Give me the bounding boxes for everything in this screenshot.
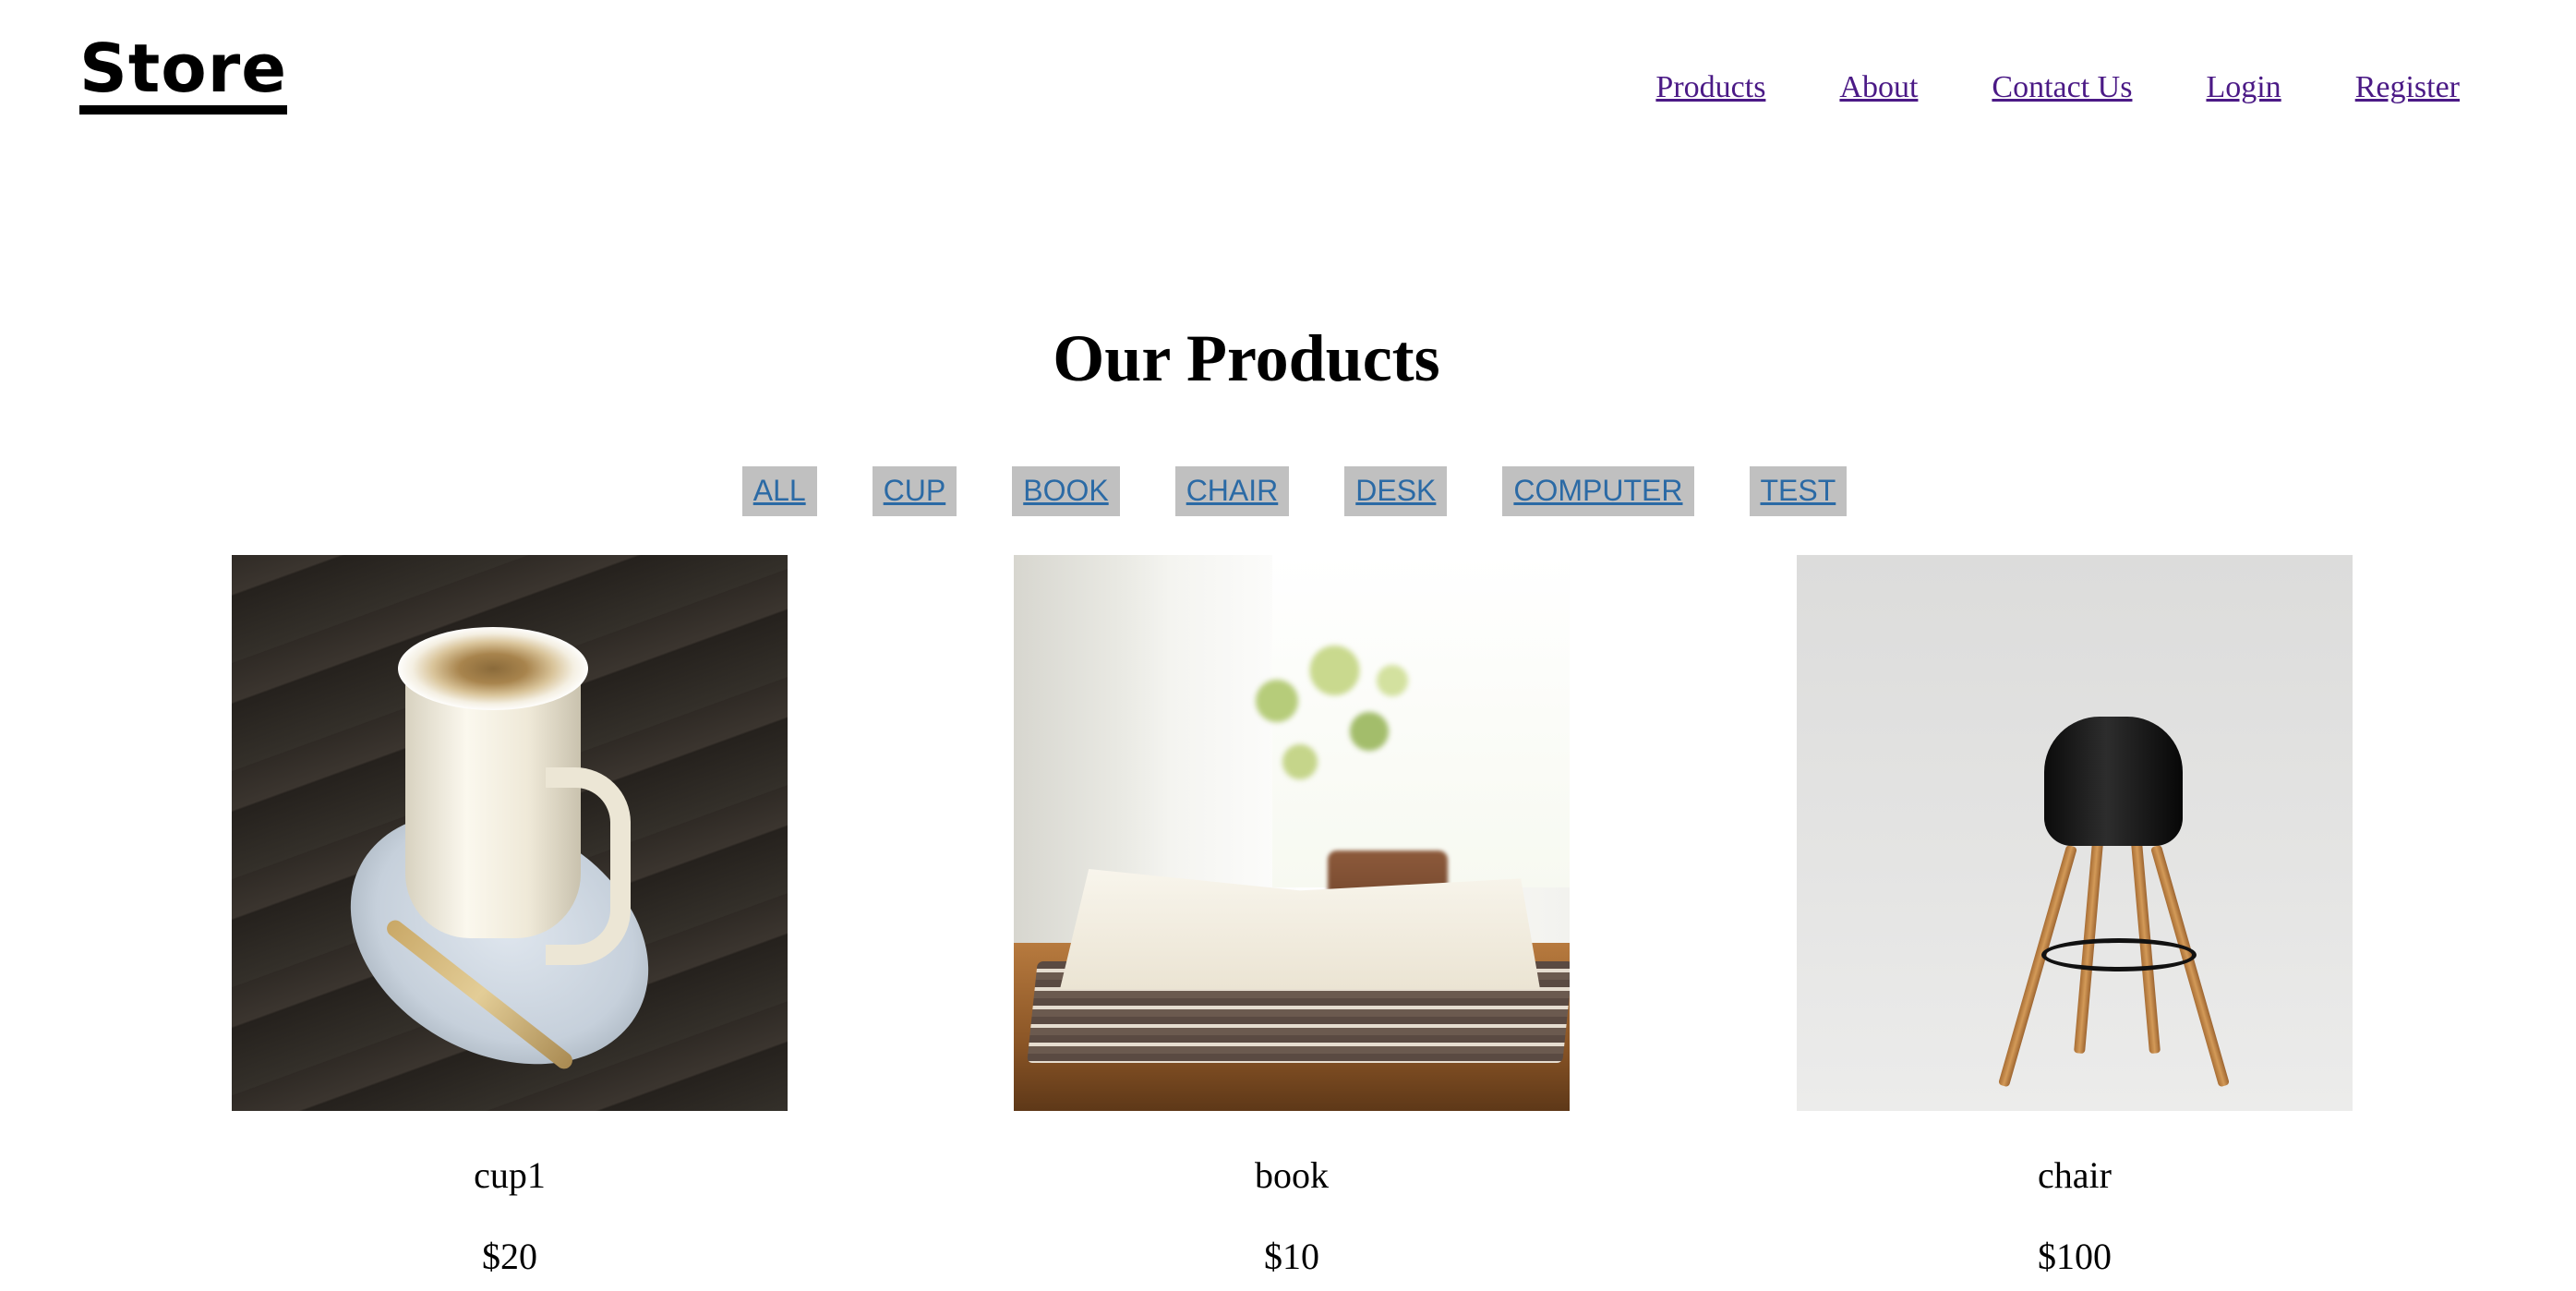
category-filters: ALL CUP BOOK CHAIR DESK COMPUTER TEST [0, 466, 2576, 516]
page-title: Our Products [1053, 321, 1440, 395]
nav-link-register[interactable]: Register [2355, 70, 2460, 105]
nav-link-login[interactable]: Login [2206, 70, 2281, 105]
filter-cup[interactable]: CUP [872, 466, 957, 516]
product-price: $10 [1264, 1236, 1319, 1277]
product-card-book[interactable]: book $10 [1014, 555, 1570, 1275]
filter-all[interactable]: ALL [741, 466, 817, 516]
main-nav: Products About Contact Us Login Register [1655, 70, 2460, 105]
product-price: $20 [482, 1236, 537, 1277]
product-price: $100 [2038, 1236, 2112, 1277]
filter-desk[interactable]: DESK [1344, 466, 1448, 516]
store-logo[interactable]: Store [79, 35, 288, 115]
chair-seat-shape [2044, 717, 2183, 846]
product-image-cup[interactable] [232, 555, 788, 1111]
product-image-book[interactable] [1014, 555, 1570, 1111]
product-card-cup1[interactable]: cup1 $20 [232, 555, 788, 1275]
filter-computer[interactable]: COMPUTER [1502, 466, 1694, 516]
filter-chair[interactable]: CHAIR [1174, 466, 1290, 516]
plant-shape [1208, 620, 1438, 823]
nav-link-about[interactable]: About [1839, 70, 1918, 105]
chair-footrest-shape [2041, 938, 2197, 971]
filter-book[interactable]: BOOK [1012, 466, 1120, 516]
cup-rim-shape [398, 627, 588, 710]
product-card-chair[interactable]: chair $100 [1797, 555, 2353, 1275]
product-name[interactable]: book [1014, 1157, 1570, 1194]
product-name[interactable]: cup1 [232, 1157, 788, 1194]
filter-test[interactable]: TEST [1749, 466, 1848, 516]
cup-handle-shape [546, 767, 631, 965]
nav-link-products[interactable]: Products [1655, 70, 1765, 105]
nav-link-contact-us[interactable]: Contact Us [1992, 70, 2132, 105]
product-image-chair[interactable] [1797, 555, 2353, 1111]
product-name[interactable]: chair [1797, 1157, 2353, 1194]
